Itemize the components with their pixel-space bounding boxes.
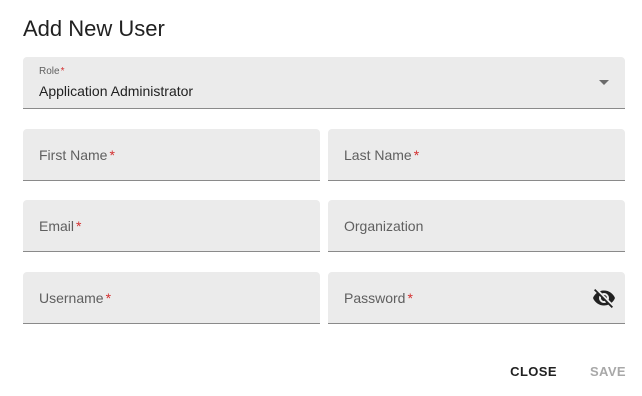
email-field[interactable]: Email * (23, 200, 320, 252)
dialog-actions: CLOSE SAVE (510, 364, 626, 379)
required-mark: * (109, 146, 115, 163)
dialog-title: Add New User (23, 16, 165, 41)
required-mark: * (413, 146, 420, 163)
close-button[interactable]: CLOSE (510, 364, 557, 379)
organization-field[interactable]: Organization (328, 200, 625, 252)
required-mark: * (76, 217, 82, 234)
add-user-dialog: Add New User Role* Application Administr… (0, 0, 642, 396)
eye-off-icon[interactable] (592, 286, 616, 310)
role-value: Application Administrator (39, 83, 194, 99)
last-name-field[interactable]: Last Name * (328, 129, 625, 181)
username-label: Username * (39, 289, 112, 306)
first-name-label: First Name * (39, 146, 115, 163)
username-field[interactable]: Username * (23, 272, 320, 324)
role-label: Role* (39, 66, 65, 77)
first-name-field[interactable]: First Name * (23, 129, 320, 181)
password-field[interactable]: Password * (328, 272, 625, 324)
organization-label: Organization (344, 217, 424, 234)
role-select[interactable]: Role* Application Administrator (23, 57, 625, 109)
required-mark: * (60, 66, 65, 77)
chevron-down-icon[interactable] (599, 80, 609, 85)
save-button[interactable]: SAVE (590, 364, 626, 379)
last-name-label: Last Name * (344, 146, 420, 163)
required-mark: * (407, 289, 413, 306)
required-mark: * (105, 289, 112, 306)
password-label: Password * (344, 289, 413, 306)
email-label: Email * (39, 217, 82, 234)
